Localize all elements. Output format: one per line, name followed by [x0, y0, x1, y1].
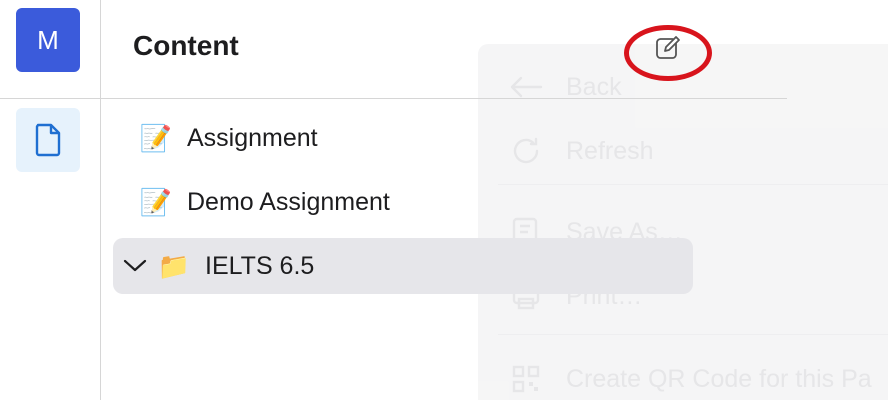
- tree-item-demo-assignment[interactable]: 📝 Demo Assignment: [113, 174, 483, 230]
- content-panel: Content 📝 Assignment 📝 Demo Assignment 📁…: [101, 0, 712, 400]
- tree-item-assignment[interactable]: 📝 Assignment: [113, 110, 483, 166]
- tree-item-label: Assignment: [187, 123, 318, 152]
- header-divider: [0, 98, 787, 99]
- workspace-rail: M: [0, 0, 101, 400]
- edit-icon: [656, 36, 680, 59]
- workspace-avatar[interactable]: M: [16, 8, 80, 72]
- edit-button[interactable]: [654, 34, 682, 62]
- tree-item-label: Demo Assignment: [187, 187, 390, 216]
- chevron-down-icon[interactable]: [113, 238, 157, 294]
- avatar-letter: M: [37, 24, 59, 55]
- memo-icon: 📝: [139, 122, 173, 153]
- folder-icon: 📁: [157, 250, 191, 281]
- tree-item-label: IELTS 6.5: [205, 251, 315, 280]
- tree-item-ielts-folder[interactable]: 📁 IELTS 6.5: [113, 238, 693, 294]
- rail-content-button[interactable]: [16, 108, 80, 172]
- page-title: Content: [133, 30, 239, 61]
- document-icon: [35, 123, 61, 157]
- memo-icon: 📝: [139, 186, 173, 217]
